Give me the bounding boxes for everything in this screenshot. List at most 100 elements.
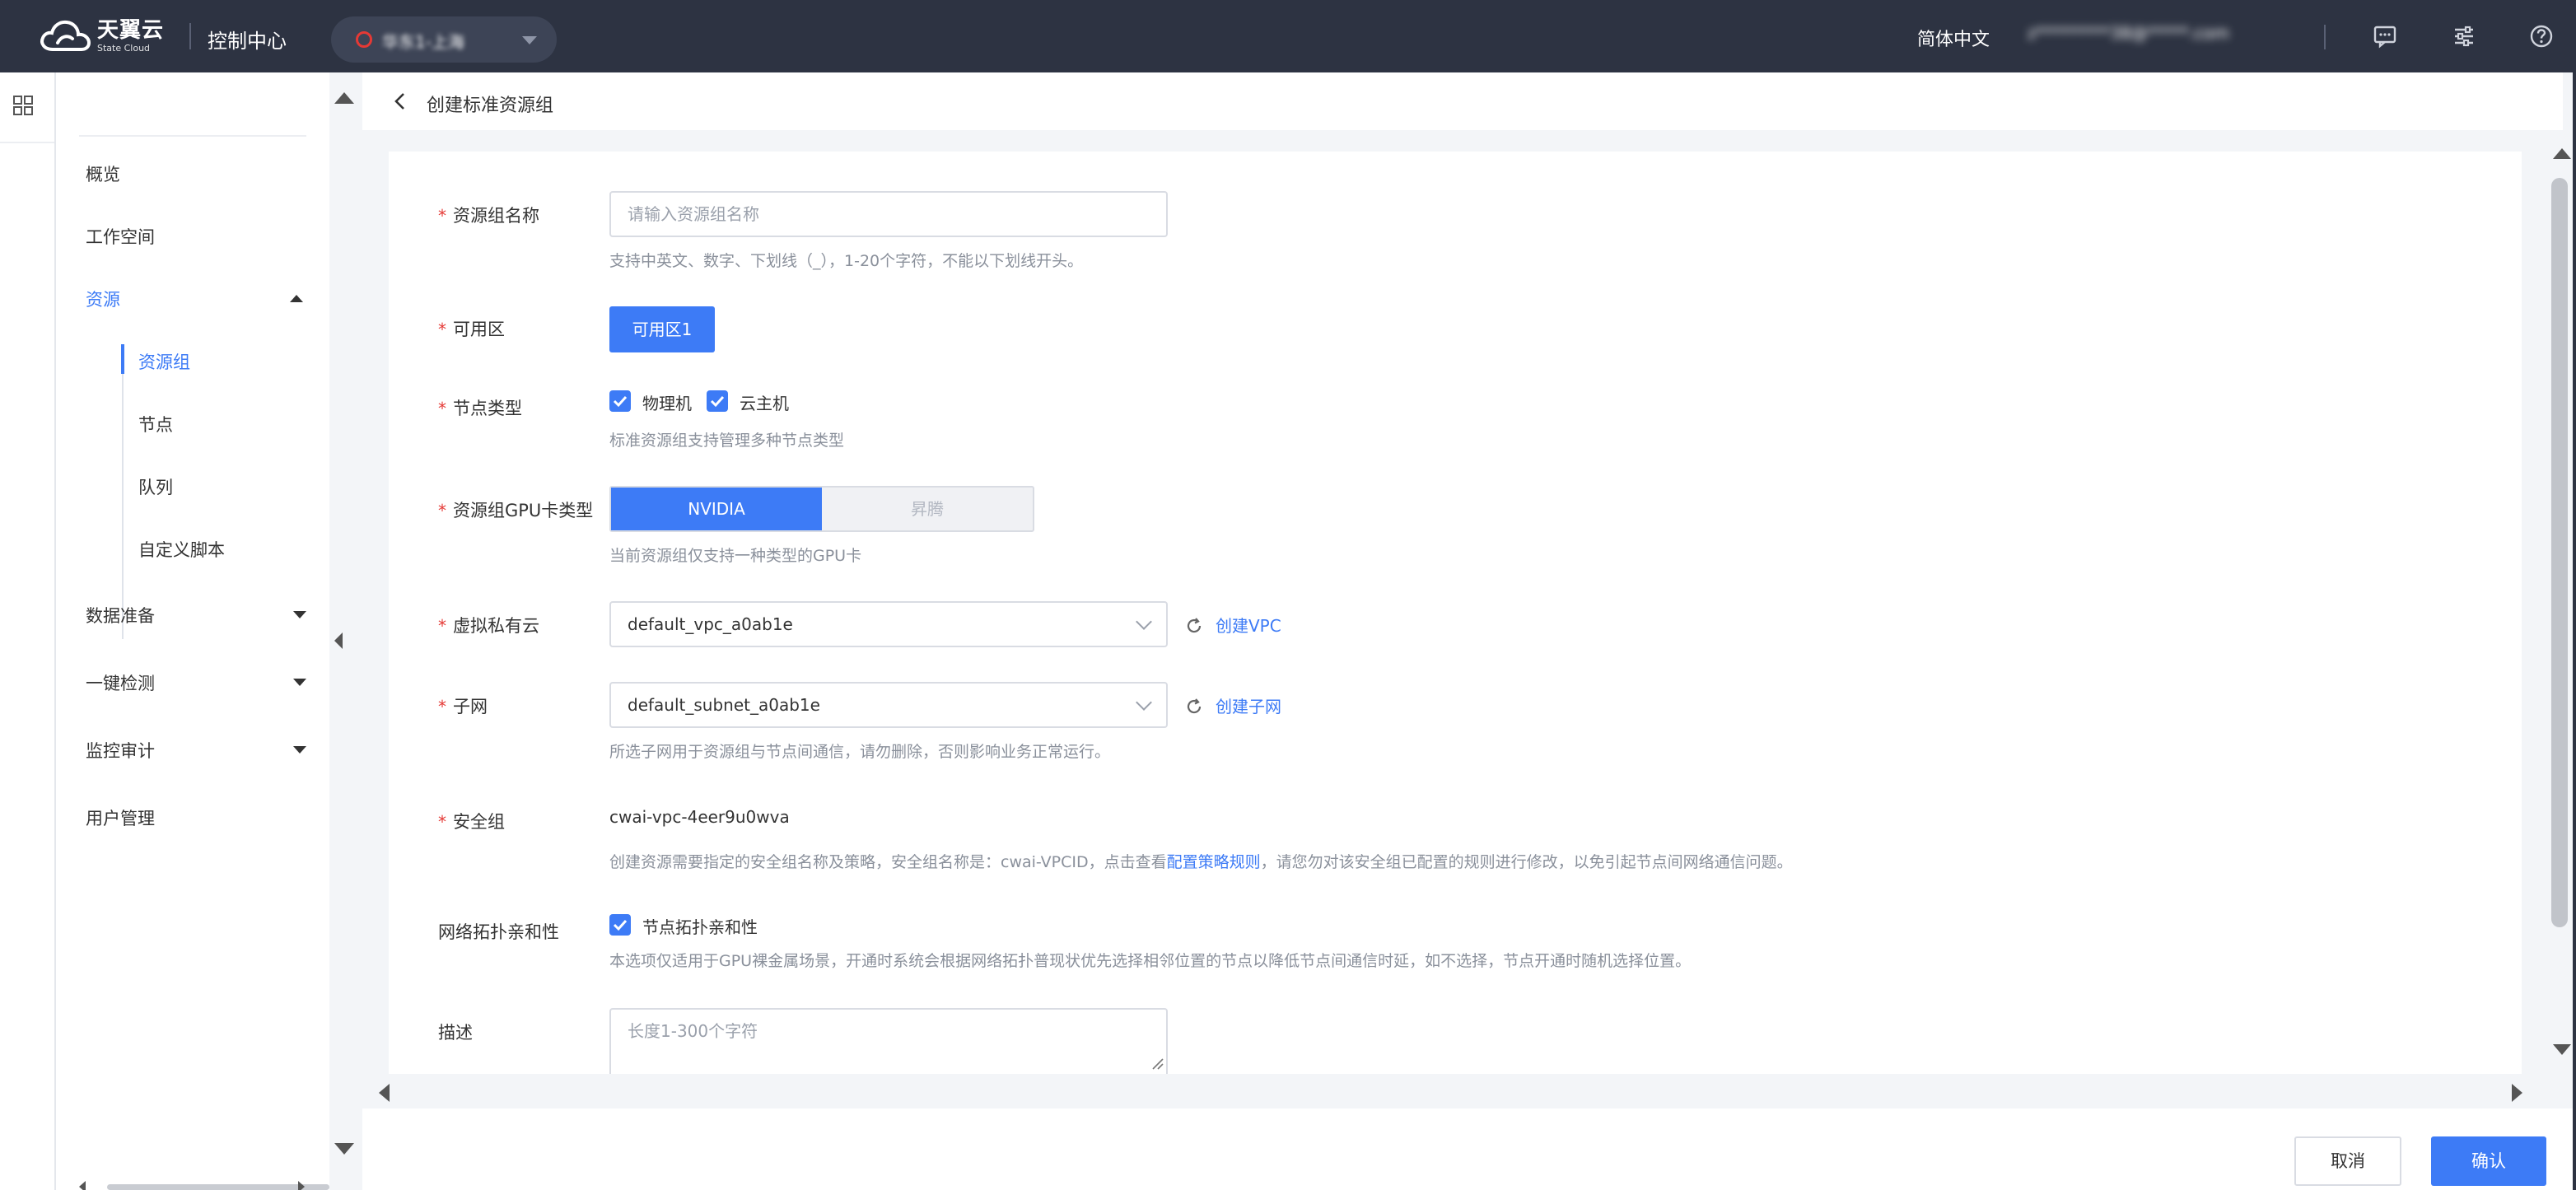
security-group-label: * 安全组 [438,812,505,832]
description-label: 描述 [438,1023,473,1043]
message-icon[interactable] [2372,23,2398,49]
nav-scroll-up-arrow[interactable] [334,92,354,104]
cancel-button[interactable]: 取消 [2294,1136,2401,1186]
chevron-up-icon[interactable] [290,295,303,302]
sidebar-item-overview[interactable]: 概览 [86,161,120,186]
region-name: 华东1-上海 [382,32,464,50]
topbar-divider-right [2324,25,2326,49]
scroll-left-arrow[interactable] [379,1084,390,1102]
subnet-hint: 所选子网用于资源组与节点间通信，请勿删除，否则影响业务正常运行。 [609,743,1111,761]
sidebar-item-monitor-audit[interactable]: 监控审计 [86,738,155,763]
page-title: 创建标准资源组 [427,96,554,116]
required-mark: * [438,320,446,339]
nav-horizontal-scrollbar[interactable] [107,1184,329,1190]
form-footer [362,1108,2576,1190]
config-policy-rules-link[interactable]: 配置策略规则 [1167,853,1261,871]
scroll-right-arrow[interactable] [2512,1084,2522,1102]
nav-scroll-right-arrow[interactable] [298,1181,305,1190]
left-icon-rail [0,72,56,1190]
checkbox-topology-label[interactable]: 节点拓扑亲和性 [642,914,758,938]
sidebar-nav: 概览 工作空间 资源 资源组 节点 队列 自定义脚本 数据准备 一键检测 监控审… [56,72,329,1190]
logo[interactable]: 天翼云 State Cloud [38,15,164,58]
sidebar-item-resources[interactable]: 资源 [86,287,120,311]
checkbox-physical-label[interactable]: 物理机 [642,390,692,414]
chevron-down-icon[interactable] [293,746,306,754]
sidebar-item-data-prep[interactable]: 数据准备 [86,603,155,628]
confirm-button[interactable]: 确认 [2431,1136,2546,1186]
cloud-logo-icon [40,20,91,51]
security-group-value: cwai-vpc-4eer9u0wva [609,807,790,827]
sidebar-item-node[interactable]: 节点 [138,412,173,436]
nav-divider [79,135,306,137]
sidebar-item-custom-script[interactable]: 自定义脚本 [138,537,225,562]
description-textarea[interactable] [609,1008,1168,1074]
chevron-down-icon [1136,694,1152,711]
rail-divider [0,142,54,143]
collapse-left-icon[interactable] [334,632,343,649]
topology-hint: 本选项仅适用于GPU裸金属场景，开通时系统会根据网络拓扑普现状优先选择相邻位置的… [609,952,1692,970]
chevron-down-icon[interactable] [293,611,306,618]
vpc-select[interactable]: default_vpc_a0ab1e [609,601,1168,647]
gpu-type-label: * 资源组GPU卡类型 [438,501,594,520]
logo-text-cn: 天翼云 [97,18,165,43]
user-account[interactable]: z*********38@*****.com [2028,23,2289,48]
logo-text-en: State Cloud [97,43,151,54]
sidebar-item-resource-group[interactable]: 资源组 [138,349,190,374]
scroll-down-arrow[interactable] [2553,1044,2571,1055]
resource-group-name-input[interactable] [609,191,1168,237]
create-subnet-link[interactable]: 创建子网 [1216,693,1281,717]
zone-option-1-button[interactable]: 可用区1 [609,306,715,352]
form-card: *资源组名称 支持中英文、数字、下划线（_），1-20个字符，不能以下划线开头。… [389,152,2522,1074]
apps-grid-icon[interactable] [12,94,35,117]
horizontal-scrollbar[interactable] [362,1077,2576,1108]
refresh-icon[interactable] [1184,616,1204,636]
security-group-hint: 创建资源需要指定的安全组名称及策略，安全组名称是：cwai-VPCID，点击查看… [609,853,1793,871]
page-header: 创建标准资源组 [362,72,2563,130]
subnet-select-value: default_subnet_a0ab1e [628,695,820,715]
sidebar-item-one-click-check[interactable]: 一键检测 [86,670,155,695]
help-icon[interactable] [2528,23,2555,49]
required-mark: * [438,501,446,520]
node-type-hint: 标准资源组支持管理多种节点类型 [609,432,845,450]
name-hint: 支持中英文、数字、下划线（_），1-20个字符，不能以下划线开头。 [609,252,1084,270]
settings-sliders-icon[interactable] [2451,23,2477,49]
checkbox-cloud-host[interactable] [707,390,728,412]
nav-scroll-left-arrow[interactable] [79,1181,86,1190]
nav-scroll-down-arrow[interactable] [334,1143,354,1155]
required-mark: * [438,206,446,226]
region-selector[interactable]: 华东1-上海 [331,16,557,63]
check-icon [613,395,628,408]
vpc-select-value: default_vpc_a0ab1e [628,614,793,634]
checkbox-topology[interactable] [609,914,631,936]
language-switch[interactable]: 简体中文 [1917,25,1990,51]
topology-label: 网络拓扑亲和性 [438,922,559,942]
gpu-type-ascend[interactable]: 昇腾 [822,488,1033,530]
scroll-up-arrow[interactable] [2553,148,2571,159]
chevron-down-icon [522,36,537,44]
vpc-label: * 虚拟私有云 [438,616,539,636]
checkbox-physical[interactable] [609,390,631,412]
sidebar-item-user-mgmt[interactable]: 用户管理 [86,805,155,830]
window-border [2573,72,2576,1190]
console-title[interactable]: 控制中心 [208,25,287,54]
checkbox-cloud-host-label[interactable]: 云主机 [740,390,789,414]
sidebar-item-queue[interactable]: 队列 [138,474,173,499]
resize-handle-icon[interactable] [1151,1057,1164,1071]
chevron-down-icon[interactable] [293,679,306,686]
required-mark: * [438,812,446,832]
gpu-type-nvidia[interactable]: NVIDIA [611,488,822,530]
required-mark: * [438,616,446,636]
subnet-label: * 子网 [438,697,488,716]
required-mark: * [438,697,446,716]
back-arrow-icon[interactable] [390,91,410,112]
zone-label: * 可用区 [438,320,505,339]
sidebar-item-workspace[interactable]: 工作空间 [86,224,155,249]
node-type-label: * 节点类型 [438,399,522,418]
topbar-divider [189,23,191,49]
subnet-select[interactable]: default_subnet_a0ab1e [609,682,1168,728]
create-vpc-link[interactable]: 创建VPC [1216,613,1281,637]
vertical-scrollbar-thumb[interactable] [2551,178,2568,927]
submenu-line [122,344,124,639]
submenu-active-indicator [121,344,124,374]
refresh-icon[interactable] [1184,697,1204,716]
